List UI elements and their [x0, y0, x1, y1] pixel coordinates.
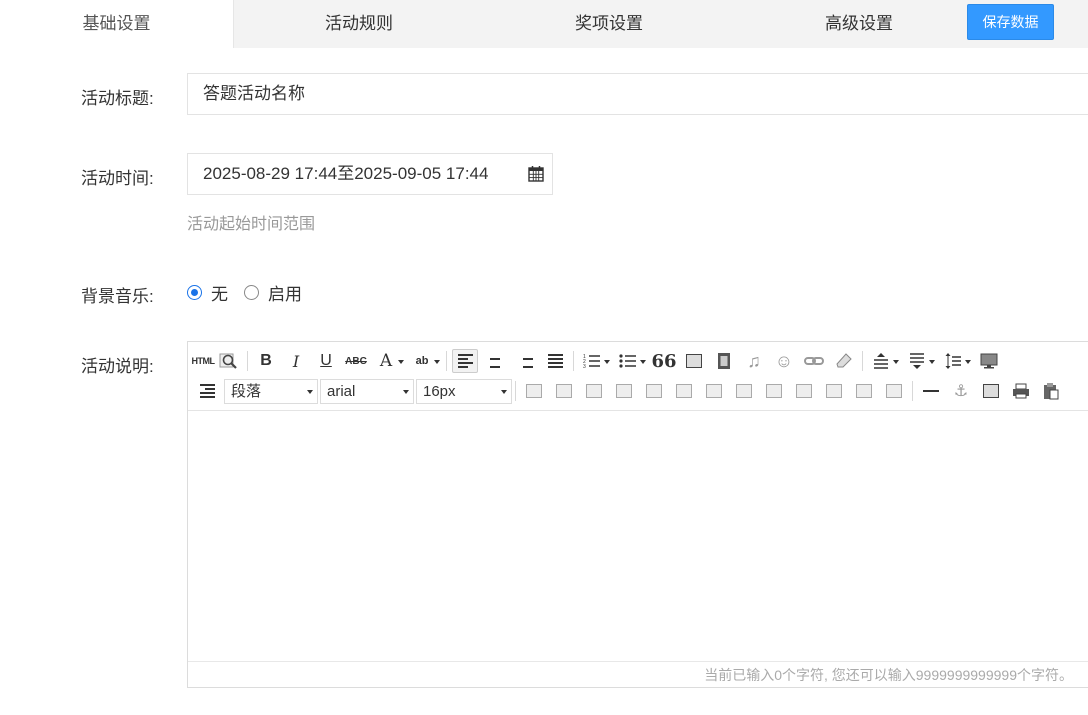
paragraph-spacing-top-icon[interactable]: [868, 349, 899, 373]
activity-title-label: 活动标题:: [81, 89, 154, 108]
split-rows-icon[interactable]: [851, 379, 877, 403]
split-columns-icon[interactable]: [881, 379, 907, 403]
activity-time-label: 活动时间:: [81, 169, 154, 188]
music-none-radio[interactable]: [187, 284, 202, 300]
paste-icon[interactable]: [1038, 379, 1064, 403]
insert-table-icon[interactable]: [521, 379, 547, 403]
insert-column-icon[interactable]: [671, 379, 697, 403]
rich-text-editor: HTML B I U ABC A ab 123 66 ♫ ☺ 段落 arial …: [187, 341, 1088, 688]
align-justify-icon[interactable]: [542, 349, 568, 373]
tab-prize-settings[interactable]: 奖项设置: [484, 0, 734, 48]
music-enable-label[interactable]: 启用: [268, 280, 302, 305]
toolbar-separator: [515, 381, 516, 401]
toolbar-separator: [247, 351, 248, 371]
tab-advanced-settings[interactable]: 高级设置: [734, 0, 984, 48]
activity-time-hint: 活动起始时间范围: [187, 216, 316, 233]
align-left-icon[interactable]: [452, 349, 478, 373]
activity-title-input[interactable]: 答题活动名称: [187, 73, 1088, 115]
merge-cells-icon[interactable]: [731, 379, 757, 403]
indent-icon[interactable]: [194, 379, 220, 403]
toolbar-separator: [912, 381, 913, 401]
tab-bar: 基础设置 活动规则 奖项设置 高级设置 保存数据: [0, 0, 1088, 48]
editor-content-area[interactable]: [188, 411, 1088, 662]
emoji-icon[interactable]: ☺: [771, 349, 797, 373]
font-family-select[interactable]: arial: [320, 378, 414, 404]
paragraph-format-select[interactable]: 段落: [224, 378, 318, 404]
ordered-list-icon[interactable]: 123: [579, 349, 610, 373]
underline-button[interactable]: U: [313, 349, 339, 373]
merge-down-icon[interactable]: [791, 379, 817, 403]
delete-column-icon[interactable]: [701, 379, 727, 403]
link-icon[interactable]: [801, 349, 827, 373]
editor-toolbar: HTML B I U ABC A ab 123 66 ♫ ☺ 段落 arial …: [188, 342, 1088, 411]
tab-basic-settings[interactable]: 基础设置: [0, 0, 234, 48]
delete-table-icon[interactable]: [551, 379, 577, 403]
align-center-icon[interactable]: [482, 349, 508, 373]
horizontal-rule-icon[interactable]: [918, 379, 944, 403]
activity-time-input[interactable]: 2025-08-29 17:44至2025-09-05 17:44: [187, 153, 553, 195]
font-color-button[interactable]: A: [373, 349, 404, 373]
toolbar-separator: [446, 351, 447, 371]
blockquote-button[interactable]: 66: [651, 349, 677, 373]
italic-button[interactable]: I: [283, 349, 309, 373]
video-icon[interactable]: [711, 349, 737, 373]
align-right-icon[interactable]: [512, 349, 538, 373]
activity-description-label: 活动说明:: [81, 357, 154, 376]
toolbar-separator: [573, 351, 574, 371]
music-none-label[interactable]: 无: [211, 280, 228, 305]
music-enable-radio[interactable]: [244, 284, 259, 300]
insert-row-icon[interactable]: [611, 379, 637, 403]
music-icon[interactable]: ♫: [741, 349, 767, 373]
calendar-icon[interactable]: [528, 165, 544, 182]
highlight-color-button[interactable]: ab: [409, 349, 440, 373]
unordered-list-icon[interactable]: [615, 349, 646, 373]
fullscreen-icon[interactable]: [976, 349, 1002, 373]
tab-activity-rules[interactable]: 活动规则: [234, 0, 484, 48]
paragraph-spacing-bottom-icon[interactable]: [904, 349, 935, 373]
svg-text:3: 3: [583, 364, 586, 369]
bold-button[interactable]: B: [253, 349, 279, 373]
character-counter: 当前已输入0个字符, 您还可以输入9999999999999个字符。: [188, 661, 1088, 687]
html-source-button[interactable]: HTML: [192, 349, 216, 373]
merge-right-icon[interactable]: [761, 379, 787, 403]
delete-row-icon[interactable]: [641, 379, 667, 403]
split-cells-icon[interactable]: [821, 379, 847, 403]
save-data-button[interactable]: 保存数据: [967, 4, 1054, 40]
insert-caption-icon[interactable]: [581, 379, 607, 403]
strikethrough-button[interactable]: ABC: [343, 349, 369, 373]
anchor-icon[interactable]: ⚓: [948, 379, 974, 403]
template-icon[interactable]: [978, 379, 1004, 403]
background-music-options: 无 启用: [187, 280, 318, 304]
eraser-icon[interactable]: [831, 349, 857, 373]
font-size-select[interactable]: 16px: [416, 378, 512, 404]
preview-icon[interactable]: [216, 349, 242, 373]
line-height-icon[interactable]: [940, 349, 971, 373]
toolbar-separator: [862, 351, 863, 371]
print-icon[interactable]: [1008, 379, 1034, 403]
background-music-label: 背景音乐:: [81, 287, 154, 306]
image-icon[interactable]: [681, 349, 707, 373]
activity-time-value: 2025-08-29 17:44至2025-09-05 17:44: [203, 164, 489, 183]
